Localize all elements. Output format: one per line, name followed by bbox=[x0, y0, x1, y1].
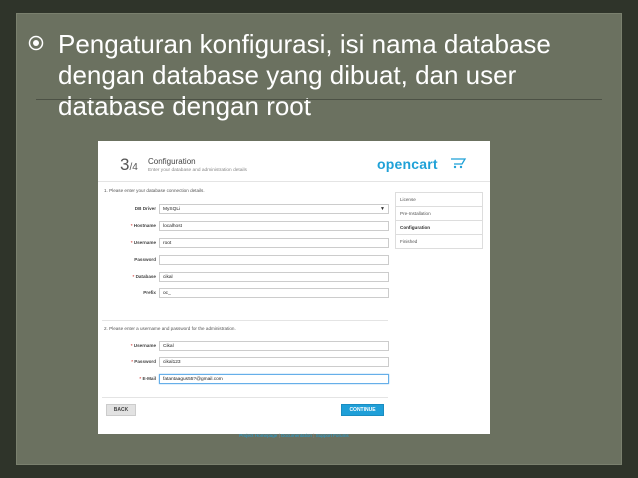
hostname-input[interactable]: localhost bbox=[159, 221, 389, 231]
cart-icon bbox=[451, 158, 467, 169]
db-driver-row: DB Driver MySQLi ▼ bbox=[104, 204, 389, 215]
documentation-link[interactable]: Documentation bbox=[281, 433, 312, 438]
footer-separator: | bbox=[313, 433, 315, 438]
chevron-down-icon: ▼ bbox=[380, 206, 385, 212]
admin-username-label: * Username bbox=[130, 343, 156, 348]
sidebar-item-license[interactable]: License bbox=[396, 193, 482, 207]
page-subtitle: Enter your database and administration d… bbox=[148, 168, 247, 173]
footer-separator: | bbox=[278, 433, 280, 438]
divider-line bbox=[36, 99, 602, 100]
prefix-label: Prefix bbox=[143, 290, 156, 295]
prefix-row: Prefix oc_ bbox=[104, 288, 389, 299]
db-username-label: * Username bbox=[130, 240, 156, 245]
section-admin-label: 2. Please enter a username and password … bbox=[104, 326, 236, 331]
slide: Pengaturan konfigurasi, isi nama databas… bbox=[0, 0, 638, 478]
admin-username-input[interactable]: Cikal bbox=[159, 341, 389, 351]
project-homepage-link[interactable]: Project Homepage bbox=[239, 433, 277, 438]
db-password-label: Password bbox=[134, 257, 156, 262]
bullet-text: Pengaturan konfigurasi, isi nama databas… bbox=[58, 29, 551, 121]
admin-username-row: * Username Cikal bbox=[104, 341, 389, 352]
database-input[interactable]: cikal bbox=[159, 272, 389, 282]
admin-email-label: * E-Mail bbox=[139, 376, 156, 381]
sidebar-item-pre-installation[interactable]: Pre-Installation bbox=[396, 207, 482, 221]
continue-button[interactable]: CONTINUE bbox=[341, 404, 384, 416]
database-label: * Database bbox=[132, 274, 156, 279]
db-password-row: Password bbox=[104, 255, 389, 266]
sidebar-item-finished[interactable]: Finished bbox=[396, 235, 482, 249]
db-driver-label: DB Driver bbox=[134, 206, 156, 211]
db-username-input[interactable]: root bbox=[159, 238, 389, 248]
hostname-row: * Hostname localhost bbox=[104, 221, 389, 232]
database-row: * Database cikal bbox=[104, 272, 389, 283]
admin-email-row: * E-Mail fatantaagus55?@gmail.com bbox=[104, 374, 389, 385]
step-indicator: 3/4 bbox=[120, 155, 138, 175]
admin-password-label: * Password bbox=[131, 359, 156, 364]
support-forums-link[interactable]: Support Forums bbox=[316, 433, 349, 438]
page-title: Configuration bbox=[148, 157, 196, 166]
admin-password-row: * Password cikal123 bbox=[104, 357, 389, 368]
opencart-logo: opencart bbox=[377, 156, 438, 172]
prefix-input[interactable]: oc_ bbox=[159, 288, 389, 298]
installer-screenshot: 3/4 Configuration Enter your database an… bbox=[98, 141, 490, 438]
admin-password-input[interactable]: cikal123 bbox=[159, 357, 389, 367]
db-driver-select[interactable]: MySQLi ▼ bbox=[159, 204, 389, 214]
footer-links: Project Homepage | Documentation | Suppo… bbox=[98, 433, 490, 438]
hostname-label: * Hostname bbox=[130, 223, 156, 228]
sidebar-item-configuration[interactable]: Configuration bbox=[396, 221, 482, 235]
buttons-divider bbox=[102, 397, 388, 398]
circle-bullet-icon bbox=[28, 35, 44, 51]
section-db-label: 1. Please enter your database connection… bbox=[104, 188, 205, 193]
db-password-input[interactable] bbox=[159, 255, 389, 265]
step-total: /4 bbox=[129, 162, 138, 173]
back-button[interactable]: BACK bbox=[106, 404, 136, 416]
db-username-row: * Username root bbox=[104, 238, 389, 249]
installer-header: 3/4 Configuration Enter your database an… bbox=[98, 141, 490, 182]
admin-email-input[interactable]: fatantaagus55?@gmail.com bbox=[159, 374, 389, 384]
section-divider bbox=[102, 320, 388, 321]
steps-sidebar: License Pre-Installation Configuration F… bbox=[395, 192, 483, 249]
